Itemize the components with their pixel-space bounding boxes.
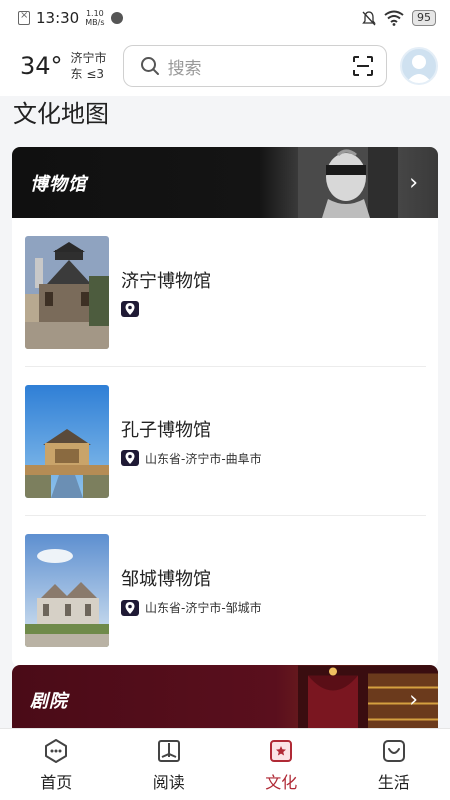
museum-name: 邹城博物馆: [121, 569, 211, 590]
status-bar: 13:30 1.10 MB/s 95: [0, 0, 450, 36]
wifi-icon: [384, 10, 404, 26]
battery-indicator: 95: [412, 10, 436, 26]
scan-icon[interactable]: [352, 55, 374, 77]
weather-city: 济宁市: [70, 51, 107, 65]
museum-thumbnail: [25, 384, 109, 498]
life-icon: [382, 739, 405, 762]
nav-home[interactable]: 首页: [0, 729, 113, 800]
theater-banner[interactable]: 剧院 ›: [12, 665, 438, 735]
weather-temperature[interactable]: 34°: [20, 52, 63, 80]
museum-name: 孔子博物馆: [121, 419, 211, 441]
location-pin-icon: [121, 450, 139, 466]
page-title: 文化地图: [13, 100, 109, 128]
book-icon: [157, 739, 180, 762]
museum-list: 济宁博物馆 孔子博物馆 山东省-济宁市-曲阜市 邹城博物馆 山东省-济宁市-邹城…: [12, 218, 438, 665]
weather-info[interactable]: 济宁市 东 ≤3: [71, 50, 107, 82]
theater-section: 剧院 ›: [12, 665, 438, 735]
location-pin-icon: [121, 301, 139, 317]
nav-culture[interactable]: 文化: [225, 729, 338, 800]
theater-section-title: 剧院: [30, 691, 68, 712]
museum-location-text: 山东省-济宁市-曲阜市: [145, 451, 262, 466]
bottom-nav: 首页 阅读 文化 生活: [0, 728, 450, 800]
nav-life[interactable]: 生活: [338, 729, 450, 800]
museum-thumbnail: [25, 235, 109, 349]
search-icon: [140, 57, 159, 75]
app-status-icon: [110, 12, 123, 24]
museum-section: 博物馆 › 济宁博物馆 孔子博物馆 山东省-济宁市-曲阜市 邹城博物馆 山东省-…: [12, 147, 438, 667]
notification-icon: [18, 10, 30, 25]
museum-list-item[interactable]: 孔子博物馆 山东省-济宁市-曲阜市: [25, 367, 426, 516]
location-pin-icon: [121, 599, 139, 616]
app-header: 34° 济宁市 东 ≤3 搜索: [0, 36, 450, 96]
nav-read[interactable]: 阅读: [113, 729, 226, 800]
search-bar[interactable]: 搜索: [122, 45, 387, 87]
nav-life-label: 生活: [377, 772, 410, 792]
museum-location: 山东省-济宁市-曲阜市: [121, 450, 262, 467]
nav-culture-label: 文化: [265, 772, 298, 792]
avatar-icon: [406, 55, 432, 83]
museum-banner[interactable]: 博物馆 ›: [12, 147, 438, 218]
net-speed-value: 1.10: [85, 9, 104, 18]
museum-section-title: 博物馆: [30, 173, 87, 195]
user-avatar[interactable]: [400, 47, 438, 85]
nav-read-label: 阅读: [152, 772, 185, 792]
mute-bell-icon: [362, 10, 376, 25]
museum-location: 山东省-济宁市-邹城市: [121, 599, 262, 616]
statue-banner-image: [298, 147, 398, 218]
weather-wind: 东 ≤3: [70, 67, 105, 81]
nav-home-label: 首页: [40, 772, 73, 792]
museum-thumbnail: [25, 534, 109, 647]
museum-chevron-icon[interactable]: ›: [409, 170, 418, 195]
museum-location-text: 山东省-济宁市-邹城市: [145, 601, 262, 615]
net-speed: 1.10 MB/s: [85, 9, 104, 27]
theater-chevron-icon[interactable]: ›: [409, 688, 418, 713]
home-icon: [45, 738, 68, 763]
net-speed-unit: MB/s: [85, 18, 105, 27]
museum-list-item[interactable]: 邹城博物馆 山东省-济宁市-邹城市: [25, 516, 426, 665]
search-placeholder[interactable]: 搜索: [168, 54, 352, 79]
museum-location: [121, 301, 211, 317]
status-time: 13:30: [36, 9, 80, 27]
culture-icon: [270, 739, 293, 762]
museum-list-item[interactable]: 济宁博物馆: [25, 218, 426, 367]
museum-name: 济宁博物馆: [121, 271, 211, 292]
